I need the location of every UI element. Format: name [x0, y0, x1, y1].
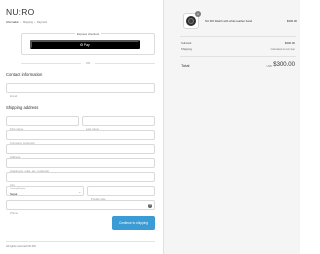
order-line-item: 1 NU:RO Watch with white leather band $3…: [183, 11, 301, 29]
breadcrumb: Information › Shipping › Payment: [6, 21, 47, 24]
chevron-down-icon: ⌄: [78, 190, 81, 194]
help-icon[interactable]: ?: [148, 203, 152, 208]
footer-copyright: All rights reserved NU:RO: [6, 245, 36, 248]
or-divider: OR: [21, 61, 155, 65]
product-name: NU:RO Watch with white leather band: [205, 19, 252, 23]
watch-image: [186, 16, 196, 26]
company-field[interactable]: [6, 130, 155, 147]
breadcrumb-payment[interactable]: Payment: [37, 21, 47, 24]
phone-field[interactable]: ?: [6, 200, 155, 217]
total-label: Total: [181, 63, 190, 68]
express-checkout-box: Express checkout G Pay: [21, 32, 155, 55]
subtotal-value: $300.00: [284, 41, 295, 45]
last-name-field[interactable]: [82, 116, 155, 133]
email-input[interactable]: [7, 92, 154, 100]
country-value: Nepal: [10, 191, 18, 196]
subtotal-label: Subtotal: [181, 41, 192, 45]
chevron-right-icon: ›: [34, 21, 36, 24]
summary-divider: [180, 36, 296, 37]
total-value: $300.00: [273, 62, 295, 68]
breadcrumb-shipping[interactable]: Shipping: [23, 21, 33, 24]
express-checkout-title: Express checkout: [74, 32, 102, 36]
chevron-right-icon: ›: [20, 21, 22, 24]
country-label: Country/Region: [10, 188, 26, 190]
address-field[interactable]: [6, 144, 155, 161]
store-logo[interactable]: NU:RO: [6, 7, 34, 17]
shipping-address-title: Shipping address: [6, 105, 39, 110]
apartment-field[interactable]: [6, 158, 155, 175]
product-price: $300.00: [286, 19, 297, 23]
google-pay-label: Pay: [83, 42, 90, 47]
google-g-icon: G: [80, 42, 83, 47]
breadcrumb-information[interactable]: Information: [6, 21, 19, 24]
shipping-value: Calculated at next step: [270, 47, 295, 51]
first-name-field[interactable]: [6, 116, 79, 133]
email-field[interactable]: [6, 83, 155, 100]
summary-divider: [180, 56, 296, 57]
currency-code: USD: [266, 65, 272, 68]
order-summary: 1 NU:RO Watch with white leather band $3…: [163, 0, 300, 254]
continue-to-shipping-button[interactable]: Continue to shipping: [112, 216, 155, 230]
footer-divider: [6, 241, 155, 242]
postal-code-field[interactable]: [87, 186, 155, 203]
checkout-main: NU:RO Information › Shipping › Payment Expre…: [0, 0, 163, 254]
google-pay-button[interactable]: G Pay: [30, 40, 140, 49]
contact-information-title: Contact information: [6, 72, 43, 77]
country-select[interactable]: Country/Region Nepal ⌄: [6, 186, 84, 196]
city-field[interactable]: [6, 172, 155, 189]
quantity-badge: 1: [195, 11, 201, 17]
shipping-label: Shipping: [181, 47, 192, 51]
